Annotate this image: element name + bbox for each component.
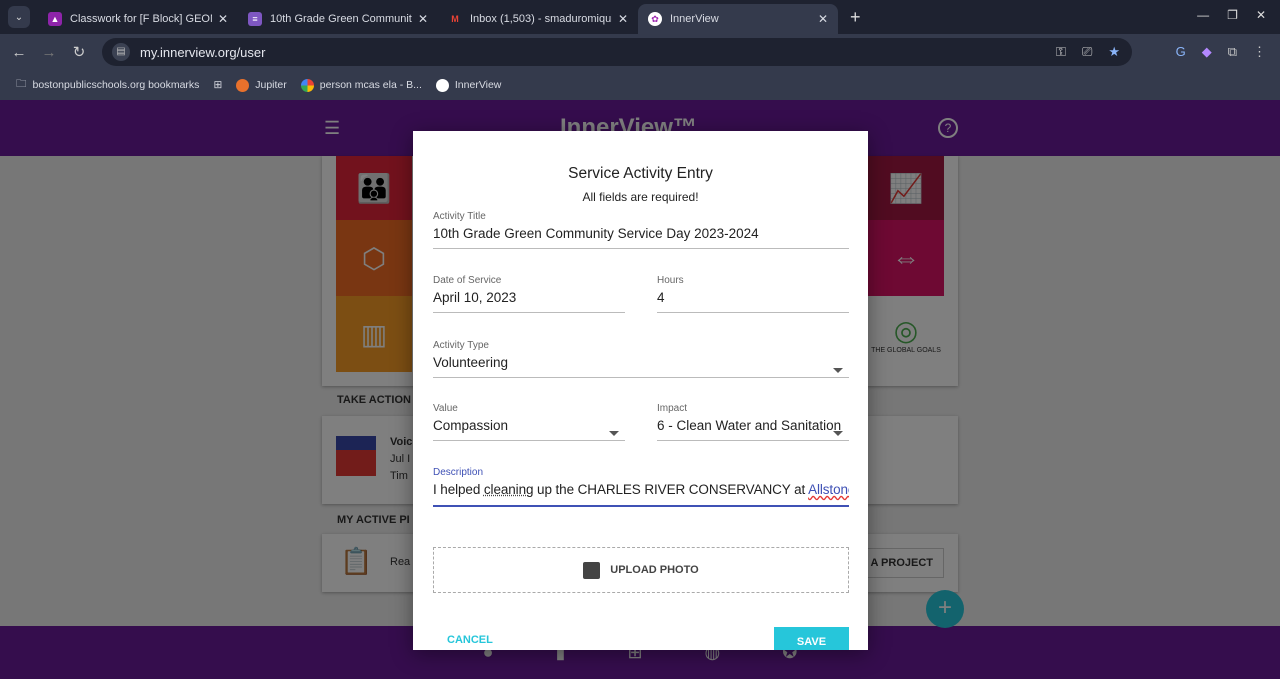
dropdown-caret-icon <box>833 368 843 373</box>
toolbar: ← → ↻ ▤ my.innerview.org/user ⚿ ⎚ ★ G ◆ ⧉ ⋮ <box>0 34 1280 70</box>
innerview-icon <box>435 78 449 92</box>
address-bar[interactable]: ▤ my.innerview.org/user ⚿ ⎚ ★ <box>102 38 1132 66</box>
description-input[interactable]: Description I helped cleaning up the CHAR… <box>433 467 849 507</box>
bookmark-innerview[interactable]: InnerView <box>435 78 501 92</box>
date-of-service-field[interactable]: Date of Service April 10, 2023 <box>433 275 625 313</box>
hours-field[interactable]: Hours 4 <box>657 275 849 313</box>
save-button[interactable]: SAVE <box>774 627 849 650</box>
translate-icon[interactable]: G <box>1176 44 1186 60</box>
bookmark-star-icon[interactable]: ★ <box>1108 44 1120 60</box>
restore-icon[interactable]: ❐ <box>1227 8 1238 22</box>
upload-photo-button[interactable]: UPLOAD PHOTO <box>433 547 849 593</box>
menu-kebab-icon[interactable]: ⋮ <box>1253 44 1266 60</box>
activity-title-field[interactable]: Activity Title 10th Grade Green Community… <box>433 211 849 249</box>
bookmark-mcas[interactable]: person mcas ela - B... <box>300 78 422 92</box>
minimize-icon[interactable]: — <box>1197 8 1209 22</box>
innerview-icon: ✿ <box>648 12 662 26</box>
page: ☰ InnerView™ ? 👪 ⬡ ▥ 📈 ⇔ ◎THE GLOBAL GOA… <box>0 100 1280 679</box>
dialog-title: Service Activity Entry <box>568 165 713 182</box>
gmail-icon: M <box>451 14 459 24</box>
new-tab-button[interactable]: + <box>850 7 861 28</box>
dialog-subtitle: All fields are required! <box>582 190 699 204</box>
tab-strip: ⌄ ▲Classwork for [F Block] GEOMETRY✕ ≡10… <box>0 0 1280 34</box>
bookmarks-bar: 🗀 bostonpublicschools.org bookmarks ⊞ Jup… <box>0 70 1280 100</box>
image-icon <box>583 561 601 579</box>
cancel-button[interactable]: CANCEL <box>447 634 493 646</box>
impact-select[interactable]: Impact 6 - Clean Water and Sanitation <box>657 403 849 441</box>
tab-innerview[interactable]: ✿ InnerView ✕ <box>638 4 838 34</box>
apps-grid-icon[interactable]: ⊞ <box>213 79 222 91</box>
tab-gmail[interactable]: MInbox (1,503) - smaduromiquilena✕ <box>438 4 638 34</box>
value-select[interactable]: Value Compassion <box>433 403 625 441</box>
back-icon[interactable]: ← <box>4 44 34 61</box>
folder-icon: 🗀 <box>16 78 27 90</box>
tab-forms[interactable]: ≡10th Grade Green Community Service✕ <box>238 4 438 34</box>
forward-icon[interactable]: → <box>34 44 64 61</box>
reload-icon[interactable]: ↻ <box>64 43 94 61</box>
tab-classwork[interactable]: ▲Classwork for [F Block] GEOMETRY✕ <box>38 4 238 34</box>
close-tab-icon[interactable]: ✕ <box>618 12 628 26</box>
tab-search-button[interactable]: ⌄ <box>8 6 30 28</box>
classroom-icon: ▲ <box>48 12 62 26</box>
close-tab-icon[interactable]: ✕ <box>818 12 828 26</box>
close-tab-icon[interactable]: ✕ <box>218 12 228 26</box>
dropdown-caret-icon <box>609 431 619 436</box>
site-info-icon[interactable]: ▤ <box>112 43 130 61</box>
forms-icon: ≡ <box>248 12 262 26</box>
close-window-icon[interactable]: ✕ <box>1256 8 1266 22</box>
close-tab-icon[interactable]: ✕ <box>418 12 428 26</box>
service-activity-dialog: Service Activity Entry All fields are re… <box>413 131 868 650</box>
bookmark-jupiter[interactable]: Jupiter <box>236 78 287 92</box>
bookmark-folder[interactable]: 🗀 bostonpublicschools.org bookmarks <box>16 76 199 94</box>
google-icon <box>300 78 314 92</box>
extension-icon[interactable]: ◆ <box>1202 44 1212 60</box>
extensions-puzzle-icon[interactable]: ⧉ <box>1228 44 1237 60</box>
cast-icon[interactable]: ⎚ <box>1082 44 1092 60</box>
dropdown-caret-icon <box>833 431 843 436</box>
activity-type-select[interactable]: Activity Type Volunteering <box>433 340 849 378</box>
password-key-icon[interactable]: ⚿ <box>1056 44 1066 60</box>
jupiter-icon <box>236 78 250 92</box>
